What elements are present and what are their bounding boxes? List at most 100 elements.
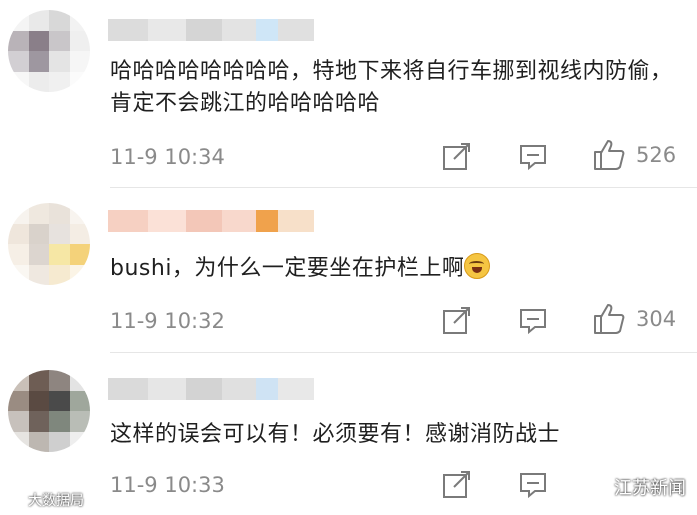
avatar-pixel (69, 390, 90, 411)
avatar-pixel (28, 411, 49, 432)
comment-text: 哈哈哈哈哈哈哈哈，特地下来将自行车挪到视线内防偷，肯定不会跳江的哈哈哈哈哈 (110, 59, 673, 116)
avatar-pixel (69, 411, 90, 432)
divider (110, 187, 697, 188)
avatar-pixel (28, 71, 49, 92)
comment-icon[interactable] (518, 307, 548, 335)
username-mosaic-block (108, 378, 148, 400)
avatar-pixel (49, 30, 70, 51)
username-mosaic-block (186, 19, 222, 41)
username-mosaic-block (108, 210, 148, 232)
comment-text: 这样的误会可以有！必须要有！感谢消防战士 (110, 422, 561, 447)
share-icon[interactable] (442, 305, 472, 335)
username-mosaic-block (148, 19, 186, 41)
username-mosaic-block (148, 378, 186, 400)
avatar-pixel (49, 10, 70, 31)
avatar-pixel (28, 30, 49, 51)
avatar-pixel (49, 203, 70, 224)
divider (110, 352, 697, 353)
comment-timestamp: 11-9 10:33 (110, 473, 225, 497)
avatar-pixel (8, 71, 29, 92)
avatar-pixel (28, 264, 49, 285)
source-watermark: 大数据局 (6, 490, 84, 510)
avatar-pixel (8, 51, 29, 72)
news-watermark: 江苏新闻 (590, 474, 686, 500)
share-icon[interactable] (442, 469, 472, 499)
avatar-pixel (49, 411, 70, 432)
share-icon[interactable] (442, 141, 472, 171)
avatar-pixel (69, 264, 90, 285)
avatar-pixel (49, 51, 70, 72)
avatar-pixel (28, 10, 49, 31)
username-mosaic-block (186, 210, 222, 232)
username-redacted[interactable] (108, 210, 314, 232)
avatar[interactable] (8, 10, 90, 92)
username-mosaic-block (148, 210, 186, 232)
avatar-pixel (69, 223, 90, 244)
username-mosaic-block (256, 210, 278, 232)
username-mosaic-block (186, 378, 222, 400)
like-count: 526 (636, 143, 677, 167)
avatar-pixel (49, 390, 70, 411)
avatar[interactable] (8, 203, 90, 285)
avatar-pixel (8, 390, 29, 411)
username-mosaic-block (256, 378, 278, 400)
username-redacted[interactable] (108, 19, 314, 41)
avatar-pixel (8, 431, 29, 452)
username-mosaic-block (108, 19, 148, 41)
avatar-pixel (49, 370, 70, 391)
comment-icon[interactable] (518, 143, 548, 171)
avatar-pixel (69, 431, 90, 452)
avatar-pixel (69, 203, 90, 224)
avatar-pixel (8, 411, 29, 432)
avatar-pixel (8, 244, 29, 265)
comment-timestamp: 11-9 10:32 (110, 309, 225, 333)
avatar-pixel (49, 244, 70, 265)
avatar-pixel (8, 370, 29, 391)
avatar-pixel (49, 431, 70, 452)
like-count: 304 (636, 307, 677, 331)
avatar-pixel (28, 223, 49, 244)
username-mosaic-block (278, 19, 314, 41)
avatar-pixel (69, 30, 90, 51)
comment-footer: 11-9 10:32 304 (110, 304, 697, 338)
username-mosaic-block (278, 210, 314, 232)
comment-text-content: bushi，为什么一定要坐在护栏上啊 (110, 256, 465, 281)
avatar-pixel (49, 223, 70, 244)
avatar-pixel (28, 431, 49, 452)
avatar-pixel (8, 10, 29, 31)
avatar-pixel (49, 71, 70, 92)
avatar-pixel (49, 264, 70, 285)
avatar-pixel (8, 264, 29, 285)
thumbs-up-icon[interactable] (592, 138, 626, 172)
avatar-pixel (69, 71, 90, 92)
avatar-pixel (28, 244, 49, 265)
avatar-pixel (69, 370, 90, 391)
username-mosaic-block (278, 378, 314, 400)
watermark-left-text: 大数据局 (28, 493, 84, 509)
wechat-logo-icon (591, 480, 607, 493)
avatar-pixel (69, 51, 90, 72)
username-redacted[interactable] (108, 378, 314, 400)
avatar-pixel (69, 244, 90, 265)
username-mosaic-block (256, 19, 278, 41)
comment-text: bushi，为什么一定要坐在护栏上啊 (110, 253, 680, 285)
username-mosaic-block (222, 210, 256, 232)
avatar-pixel (69, 10, 90, 31)
avatar-pixel (8, 223, 29, 244)
comment-timestamp: 11-9 10:34 (110, 145, 225, 169)
weibo-logo-icon (6, 495, 22, 507)
username-mosaic-block (222, 19, 256, 41)
avatar-pixel (8, 203, 29, 224)
avatar-pixel (28, 390, 49, 411)
avatar-pixel (28, 51, 49, 72)
laughing-crying-emoji-icon (464, 253, 491, 279)
avatar-pixel (28, 203, 49, 224)
watermark-right-text: 江苏新闻 (614, 478, 686, 499)
avatar-pixel (28, 370, 49, 391)
comment-footer: 11-9 10:34 526 (110, 140, 697, 174)
avatar-pixel (8, 30, 29, 51)
avatar[interactable] (8, 370, 90, 452)
username-mosaic-block (222, 378, 256, 400)
thumbs-up-icon[interactable] (592, 302, 626, 336)
comment-icon[interactable] (518, 471, 548, 499)
